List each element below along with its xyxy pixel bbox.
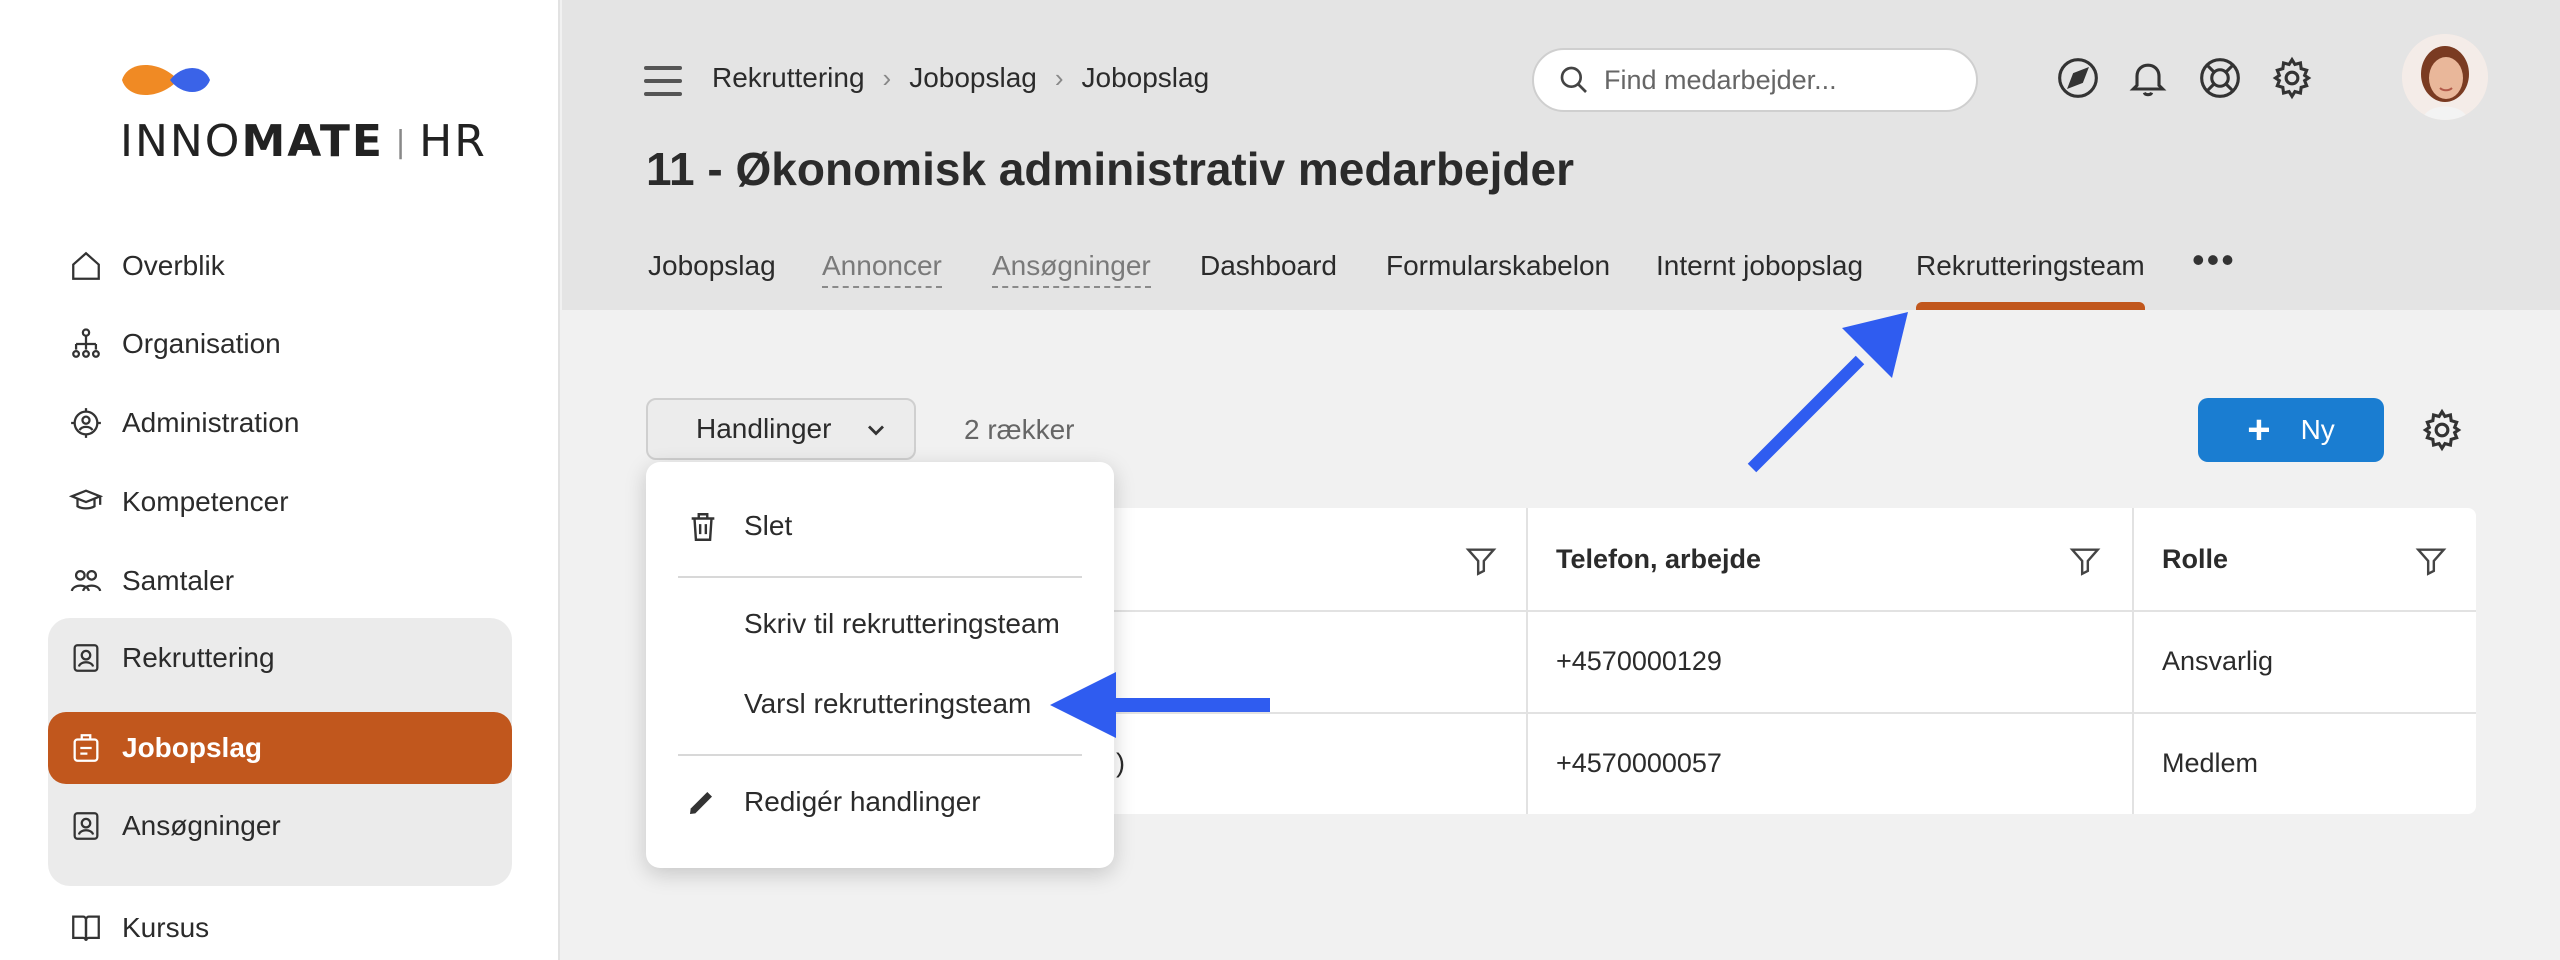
chevron-right-icon: › [1054, 62, 1064, 93]
column-divider [1526, 508, 1528, 814]
job-posting-icon [68, 730, 104, 766]
search-icon [1560, 66, 1587, 93]
tab-annoncer[interactable]: Annoncer [822, 250, 942, 288]
search-box[interactable] [1532, 48, 1978, 112]
new-button-label: Ny [2300, 414, 2335, 445]
sidebar-item-label: Kompetencer [122, 486, 289, 517]
annotation-arrow-up-right [1747, 312, 1908, 473]
new-button[interactable]: + Ny [2198, 398, 2384, 462]
menu-item-label: Skriv til rekrutteringsteam [744, 608, 1060, 639]
sidebar-item-label: Kursus [122, 912, 210, 943]
sidebar-item-organisation[interactable]: Organisation [48, 308, 512, 380]
tab-formularskabelon[interactable]: Formularskabelon [1386, 250, 1610, 310]
help-lifebuoy-icon[interactable] [2198, 56, 2242, 105]
sidebar-item-jobopslag[interactable]: Jobopslag [48, 712, 512, 784]
menu-toggle-icon[interactable] [644, 66, 682, 96]
chevron-right-icon: › [882, 62, 892, 93]
sidebar-item-ansogninger[interactable]: Ansøgninger [48, 790, 512, 862]
menu-divider [678, 754, 1082, 756]
user-avatar[interactable] [2402, 34, 2488, 120]
sidebar-item-overblik[interactable]: Overblik [48, 230, 512, 302]
more-tabs-icon[interactable]: ••• [2192, 242, 2236, 278]
sidebar-item-label: Overblik [122, 250, 225, 281]
table-cell-role: Ansvarlig [2162, 645, 2274, 676]
sidebar: INNOMATE | HR Overblik Organisation Admi… [0, 0, 560, 960]
menu-item-write-to-team[interactable]: Skriv til rekrutteringsteam [646, 592, 1114, 656]
people-icon [68, 563, 104, 599]
column-header-role[interactable]: Rolle [2162, 508, 2228, 610]
table-cell-phone: +4570000057 [1556, 747, 1722, 778]
graduation-cap-icon [68, 484, 104, 520]
sidebar-item-kompetencer[interactable]: Kompetencer [48, 466, 512, 538]
table-cell-phone: +4570000129 [1556, 645, 1722, 676]
search-input[interactable] [1604, 64, 1964, 96]
filter-icon[interactable] [1464, 544, 1498, 578]
tab-jobopslag[interactable]: Jobopslag [648, 250, 776, 310]
sidebar-item-label: Jobopslag [122, 732, 263, 763]
sidebar-item-label: Rekruttering [122, 642, 275, 673]
org-chart-icon [68, 326, 104, 362]
book-icon [68, 910, 104, 946]
chevron-down-icon [868, 425, 884, 436]
logo-mark-icon [122, 65, 210, 95]
sidebar-item-label: Ansøgninger [122, 810, 281, 841]
id-badge-icon [68, 808, 104, 844]
tab-rekrutteringsteam[interactable]: Rekrutteringsteam [1916, 250, 2145, 310]
tab-ansogninger[interactable]: Ansøgninger [992, 250, 1151, 288]
pencil-icon [690, 792, 712, 814]
row-count: 2 rækker [964, 414, 1075, 445]
filter-icon[interactable] [2068, 544, 2102, 578]
menu-item-delete[interactable]: Slet [646, 494, 1114, 558]
menu-item-label: Varsl rekrutteringsteam [744, 688, 1032, 719]
page-title: 11 - Økonomisk administrativ medarbejder [646, 143, 1574, 195]
settings-gear-icon[interactable] [2270, 56, 2314, 105]
table-settings-gear-icon[interactable] [2420, 408, 2464, 457]
column-header-phone[interactable]: Telefon, arbejde [1556, 508, 1761, 610]
menu-item-edit-actions[interactable]: Redigér handlinger [646, 770, 1114, 834]
sidebar-item-label: Organisation [122, 328, 281, 359]
annotation-arrow-left [1050, 672, 1270, 738]
actions-dropdown-button[interactable]: Handlinger [646, 398, 916, 460]
menu-divider [678, 576, 1082, 578]
bell-icon[interactable] [2126, 56, 2170, 105]
filter-icon[interactable] [2414, 544, 2448, 578]
sidebar-item-label: Samtaler [122, 565, 235, 596]
home-icon [68, 248, 104, 284]
innomate-logo[interactable]: INNOMATE | HR [120, 58, 485, 168]
menu-item-label: Redigér handlinger [744, 786, 981, 817]
gear-person-icon [68, 405, 104, 441]
sidebar-item-administration[interactable]: Administration [48, 387, 512, 459]
plus-icon: + [2247, 408, 2271, 452]
sidebar-item-label: Administration [122, 407, 300, 438]
trash-icon [691, 513, 715, 541]
table-cell-role: Medlem [2162, 747, 2259, 778]
actions-label: Handlinger [696, 413, 832, 444]
breadcrumb: Rekruttering › Jobopslag › Jobopslag [712, 62, 1209, 94]
column-divider [2132, 508, 2134, 814]
breadcrumb-item[interactable]: Rekruttering [712, 62, 865, 94]
sidebar-item-rekruttering[interactable]: Rekruttering [48, 622, 512, 694]
sidebar-item-kursus[interactable]: Kursus [48, 892, 512, 960]
menu-item-label: Slet [744, 510, 793, 541]
breadcrumb-item[interactable]: Jobopslag [1082, 62, 1210, 94]
tab-dashboard[interactable]: Dashboard [1200, 250, 1337, 310]
breadcrumb-item[interactable]: Jobopslag [909, 62, 1037, 94]
navigate-icon[interactable] [2056, 56, 2100, 105]
sidebar-item-samtaler[interactable]: Samtaler [48, 545, 512, 617]
id-badge-icon [68, 640, 104, 676]
logo-text: INNOMATE | HR [120, 116, 487, 167]
